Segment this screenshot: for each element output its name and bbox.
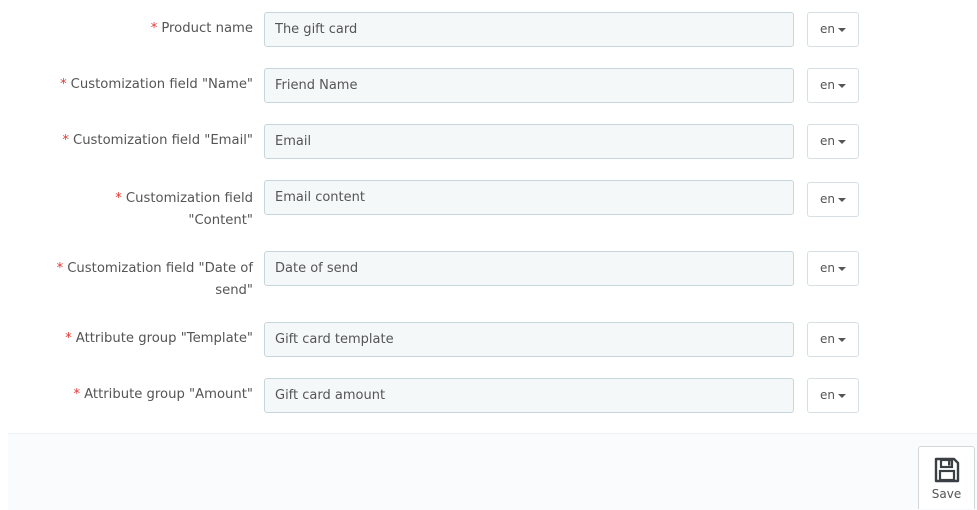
caret-down-icon (838, 266, 846, 271)
language-dropdown[interactable]: en (807, 322, 859, 357)
form-footer (8, 433, 977, 510)
language-dropdown[interactable]: en (807, 251, 859, 286)
language-dropdown[interactable]: en (807, 378, 859, 413)
floppy-disk-icon (934, 457, 959, 483)
attribute-amount-input[interactable] (264, 378, 794, 413)
language-code: en (820, 332, 835, 346)
customization-content-input[interactable] (264, 180, 794, 215)
field-label-text: Customization field "Date of send" (67, 261, 253, 298)
customization-date-input[interactable] (264, 251, 794, 286)
language-dropdown[interactable]: en (807, 182, 859, 217)
required-asterisk: * (62, 133, 69, 148)
field-label: * Product name (13, 18, 253, 40)
field-label-text: Attribute group "Amount" (84, 387, 253, 402)
language-dropdown[interactable]: en (807, 12, 859, 47)
field-label: * Attribute group "Amount" (3, 384, 253, 406)
field-label-text: Customization field "Content" (125, 191, 253, 228)
field-label-text: Product name (161, 21, 253, 36)
field-label-text: Customization field "Name" (70, 77, 253, 92)
required-asterisk: * (150, 21, 158, 36)
save-button[interactable]: Save (918, 446, 975, 509)
field-label: * Customization field "Content" (83, 188, 253, 232)
language-code: en (820, 134, 835, 148)
field-label-text: Customization field "Email" (72, 133, 253, 148)
language-code: en (820, 22, 835, 36)
caret-down-icon (838, 393, 846, 398)
caret-down-icon (838, 197, 846, 202)
caret-down-icon (838, 27, 846, 32)
language-dropdown[interactable]: en (807, 68, 859, 103)
field-label: * Customization field "Date of send" (21, 258, 253, 302)
product-name-input[interactable] (264, 12, 794, 47)
field-label: * Customization field "Email" (13, 130, 253, 152)
caret-down-icon (838, 83, 846, 88)
required-asterisk: * (73, 387, 81, 402)
required-asterisk: * (115, 191, 122, 206)
language-code: en (820, 192, 835, 206)
required-asterisk: * (65, 331, 72, 346)
field-label: * Attribute group "Template" (3, 328, 253, 350)
required-asterisk: * (56, 261, 64, 276)
language-code: en (820, 388, 835, 402)
caret-down-icon (838, 139, 846, 144)
attribute-template-input[interactable] (264, 322, 794, 357)
field-label-text: Attribute group "Template" (75, 331, 253, 346)
customization-name-input[interactable] (264, 68, 794, 103)
language-dropdown[interactable]: en (807, 124, 859, 159)
save-label: Save (931, 487, 962, 501)
field-label: * Customization field "Name" (13, 74, 253, 96)
language-code: en (820, 78, 835, 92)
caret-down-icon (838, 337, 846, 342)
required-asterisk: * (60, 77, 67, 92)
language-code: en (820, 261, 835, 275)
customization-email-input[interactable] (264, 124, 794, 159)
